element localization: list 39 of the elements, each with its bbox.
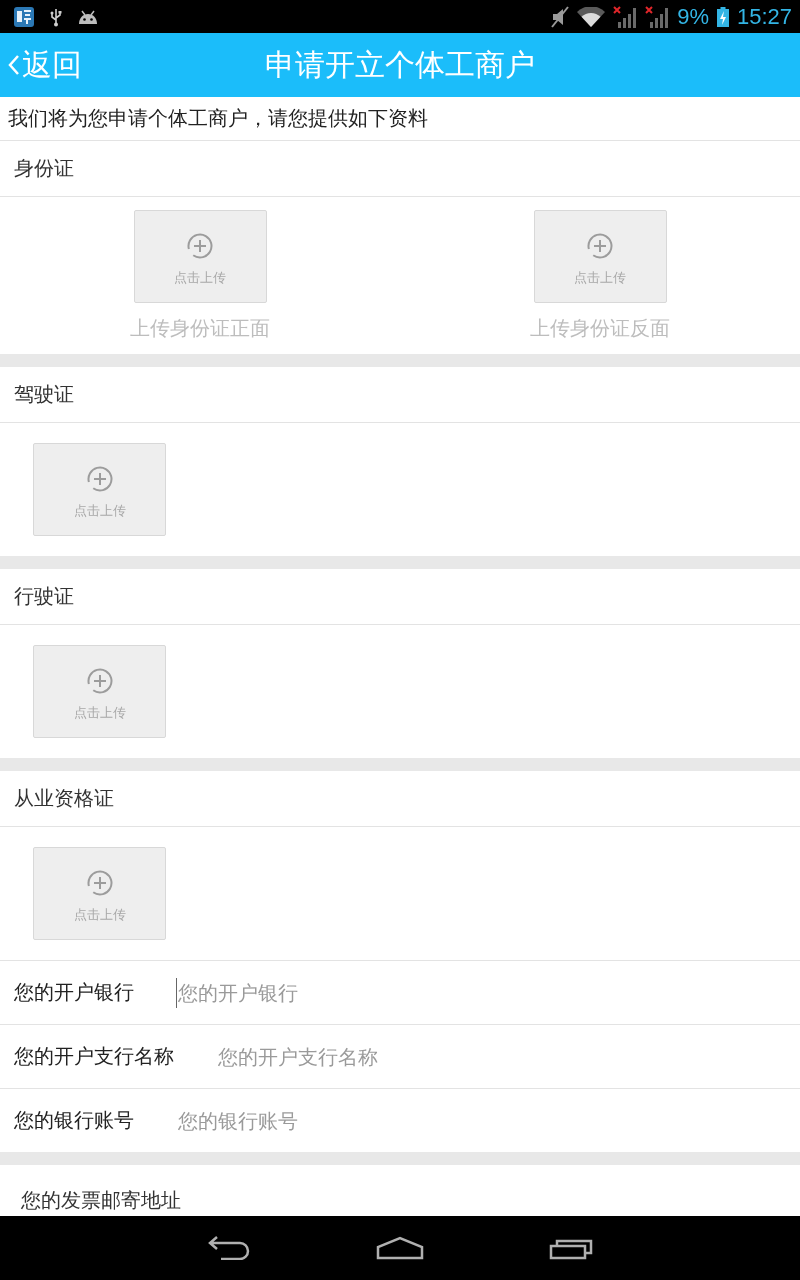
home-icon[interactable] xyxy=(375,1236,424,1260)
section-title: 从业资格证 xyxy=(14,785,114,812)
page-title: 申请开立个体工商户 xyxy=(265,46,535,84)
clock-time: 15:27 xyxy=(736,3,792,30)
back-icon[interactable] xyxy=(206,1236,251,1260)
plus-circle-icon xyxy=(587,233,613,259)
chevron-left-icon xyxy=(8,54,20,76)
field-label: 您的开户支行名称 xyxy=(14,1043,174,1070)
upload-caption: 上传身份证反面 xyxy=(530,315,670,341)
input-field[interactable]: 您的银行账号 xyxy=(176,1105,800,1136)
signal-icon xyxy=(645,5,670,28)
plus-circle-icon xyxy=(86,870,113,896)
intro-text: 我们将为您申请个体工商户，请您提供如下资料 xyxy=(8,105,428,132)
signal-icon xyxy=(613,5,638,28)
plus-circle-icon xyxy=(86,466,113,492)
back-button[interactable]: 返回 xyxy=(0,41,86,89)
battery-charging-icon xyxy=(716,6,729,27)
section-title: 身份证 xyxy=(14,155,74,182)
wifi-icon xyxy=(577,6,606,27)
plus-circle-icon xyxy=(86,668,113,694)
section-title: 行驶证 xyxy=(14,583,74,610)
android-icon xyxy=(78,8,98,25)
field-label: 您的银行账号 xyxy=(14,1107,134,1134)
upload-caption: 上传身份证正面 xyxy=(130,315,270,341)
input-field[interactable]: 您的开户银行 xyxy=(176,977,800,1008)
upload-button[interactable]: 点击上传 xyxy=(33,645,166,738)
usb-icon xyxy=(50,6,62,27)
mute-icon xyxy=(551,5,570,28)
field-label: 您的开户银行 xyxy=(14,979,134,1006)
upload-button[interactable]: 点击上传 xyxy=(33,847,166,940)
upload-button[interactable]: 点击上传 xyxy=(533,210,667,303)
section-title: 驾驶证 xyxy=(14,381,74,408)
plus-circle-icon xyxy=(187,233,213,259)
input-field[interactable]: 您的开户支行名称 xyxy=(216,1041,800,1072)
app-icon xyxy=(14,6,34,27)
battery-percentage: 9% xyxy=(677,3,709,30)
upload-button[interactable]: 点击上传 xyxy=(33,443,166,536)
upload-button[interactable]: 点击上传 xyxy=(133,210,267,303)
section-title: 您的发票邮寄地址 xyxy=(21,1188,181,1212)
